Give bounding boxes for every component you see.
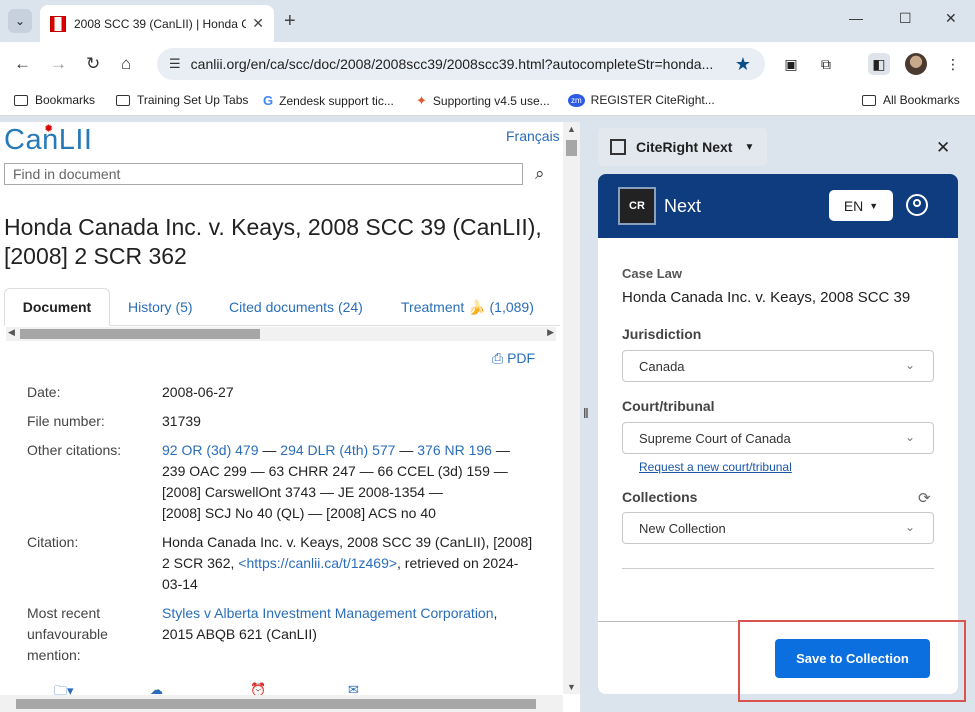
- caret-down-icon: ▼: [869, 200, 879, 211]
- minimize-icon[interactable]: —: [849, 10, 863, 26]
- page-vertical-scrollbar[interactable]: ▲ ▼: [563, 122, 580, 694]
- back-icon[interactable]: ←: [14, 54, 31, 74]
- caret-down-icon: ▼: [744, 141, 755, 153]
- new-tab-icon[interactable]: +: [284, 10, 296, 33]
- chevron-down-icon: ⌄: [904, 520, 915, 534]
- jurisdiction-label: Jurisdiction: [622, 326, 702, 342]
- tab-close-icon[interactable]: ✕: [252, 15, 264, 32]
- side-panel-selector[interactable]: CiteRight Next ▼: [598, 128, 767, 166]
- case-name: Honda Canada Inc. v. Keays, 2008 SCC 39: [622, 289, 911, 306]
- reload-icon[interactable]: ↻: [86, 54, 100, 74]
- scrollbar-thumb[interactable]: [20, 329, 260, 339]
- tab-cited-documents[interactable]: Cited documents (24): [229, 288, 363, 326]
- scrollbar-thumb[interactable]: [566, 140, 577, 156]
- extensions-icon[interactable]: ⧉: [815, 53, 837, 75]
- collection-select[interactable]: New Collection ⌄: [622, 512, 934, 544]
- menu-kebab-icon[interactable]: ⋮: [942, 53, 964, 75]
- citation-label: Citation:: [27, 534, 79, 550]
- bookmark-training[interactable]: Training Set Up Tabs: [116, 93, 248, 107]
- bookmark-supporting[interactable]: ✦ Supporting v4.5 use...: [416, 93, 550, 109]
- scrollbar-thumb[interactable]: [16, 699, 536, 709]
- page-horizontal-scrollbar[interactable]: [0, 695, 563, 712]
- home-icon[interactable]: ⌂: [121, 54, 131, 74]
- divider: [622, 568, 934, 569]
- styles-case-link[interactable]: Styles v Alberta Investment Management C…: [162, 605, 494, 621]
- side-panel-icon[interactable]: ◧: [868, 53, 890, 75]
- court-select[interactable]: Supreme Court of Canada ⌄: [622, 422, 934, 454]
- file-number-value: 31739: [162, 413, 201, 429]
- folder-icon: [116, 94, 130, 106]
- forward-icon[interactable]: →: [50, 54, 67, 74]
- recent-mention-value: Styles v Alberta Investment Management C…: [162, 605, 498, 642]
- scroll-up-icon[interactable]: ▲: [567, 124, 576, 134]
- bookmark-register[interactable]: zm REGISTER CiteRight...: [568, 93, 715, 107]
- citation-link[interactable]: 376 NR 196: [417, 442, 492, 458]
- maple-leaf-icon: ✹: [44, 123, 54, 135]
- highlight-box: [738, 620, 966, 702]
- date-label: Date:: [27, 384, 61, 400]
- refresh-icon[interactable]: ⟳: [918, 489, 931, 507]
- printer-icon: ⎙: [492, 350, 508, 366]
- folder-icon: [862, 94, 876, 106]
- maximize-icon[interactable]: ☐: [899, 10, 912, 27]
- document-title: Honda Canada Inc. v. Keays, 2008 SCC 39 …: [4, 214, 542, 269]
- francais-link[interactable]: Français: [506, 128, 560, 144]
- date-value: 2008-06-27: [162, 384, 234, 400]
- canlii-short-link[interactable]: <https://canlii.ca/t/1z469>: [238, 555, 397, 571]
- bookmark-bookmarks[interactable]: Bookmarks: [14, 93, 95, 107]
- citation-link[interactable]: 294 DLR (4th) 577: [280, 442, 395, 458]
- url-text: canlii.org/en/ca/scc/doc/2008/2008scc39/…: [190, 56, 714, 72]
- citation-value: Honda Canada Inc. v. Keays, 2008 SCC 39 …: [162, 534, 533, 592]
- tab-document[interactable]: Document: [4, 288, 110, 326]
- close-window-icon[interactable]: ✕: [945, 10, 957, 27]
- site-info-icon[interactable]: ☰: [169, 56, 181, 72]
- bookmark-all[interactable]: All Bookmarks: [862, 93, 960, 107]
- canlii-favicon-icon: [50, 15, 66, 32]
- google-icon: G: [263, 93, 274, 108]
- court-label: Court/tribunal: [622, 398, 715, 414]
- close-side-panel-icon[interactable]: ✕: [936, 138, 950, 158]
- file-number-label: File number:: [27, 413, 105, 429]
- pdf-link[interactable]: ⎙ PDF: [492, 350, 535, 367]
- figma-icon: ✦: [416, 93, 427, 108]
- chevron-down-icon: ⌄: [904, 430, 915, 444]
- search-icon[interactable]: ⌕: [535, 164, 545, 184]
- panel-resize-handle[interactable]: ‖: [583, 405, 589, 421]
- collections-label: Collections: [622, 489, 698, 505]
- other-citations-value: 92 OR (3d) 479 — 294 DLR (4th) 577 — 376…: [162, 442, 510, 521]
- zoom-icon: zm: [568, 93, 585, 107]
- case-law-label: Case Law: [622, 266, 682, 281]
- tabs-scrollbar[interactable]: ◀ ▶: [6, 327, 556, 341]
- language-dropdown[interactable]: EN ▼: [829, 190, 893, 221]
- brand-name: Next: [664, 196, 702, 216]
- address-bar[interactable]: ☰ canlii.org/en/ca/scc/doc/2008/2008scc3…: [157, 48, 765, 80]
- scroll-left-icon[interactable]: ◀: [8, 327, 15, 338]
- folder-icon: [14, 94, 28, 106]
- citation-link[interactable]: 92 OR (3d) 479: [162, 442, 259, 458]
- tab-treatment[interactable]: Treatment 🍌 (1,089): [401, 288, 534, 326]
- tab-search-icon[interactable]: ⌄: [8, 9, 32, 33]
- citeright-extension-icon[interactable]: ▣: [780, 53, 802, 75]
- find-in-document-input[interactable]: Find in document: [4, 163, 523, 185]
- chevron-down-icon: ⌄: [904, 358, 915, 372]
- scroll-down-icon[interactable]: ▼: [567, 682, 576, 692]
- citeright-icon: [610, 139, 626, 155]
- bookmark-star-icon[interactable]: ★: [735, 54, 751, 75]
- scroll-right-icon[interactable]: ▶: [547, 327, 554, 338]
- other-citations-label: Other citations:: [27, 442, 122, 458]
- request-court-link[interactable]: Request a new court/tribunal: [639, 460, 792, 474]
- citeright-logo: CR: [618, 187, 656, 225]
- user-account-icon[interactable]: [906, 194, 928, 216]
- bookmark-zendesk[interactable]: G Zendesk support tic...: [263, 93, 394, 108]
- recent-mention-label: Most recent unfavourable mention:: [27, 605, 108, 663]
- jurisdiction-select[interactable]: Canada ⌄: [622, 350, 934, 382]
- profile-avatar[interactable]: [905, 53, 927, 75]
- tab-history[interactable]: History (5): [128, 288, 193, 326]
- browser-tab[interactable]: 2008 SCC 39 (CanLII) | Honda C ✕: [40, 5, 274, 42]
- tab-title: 2008 SCC 39 (CanLII) | Honda C: [74, 16, 247, 31]
